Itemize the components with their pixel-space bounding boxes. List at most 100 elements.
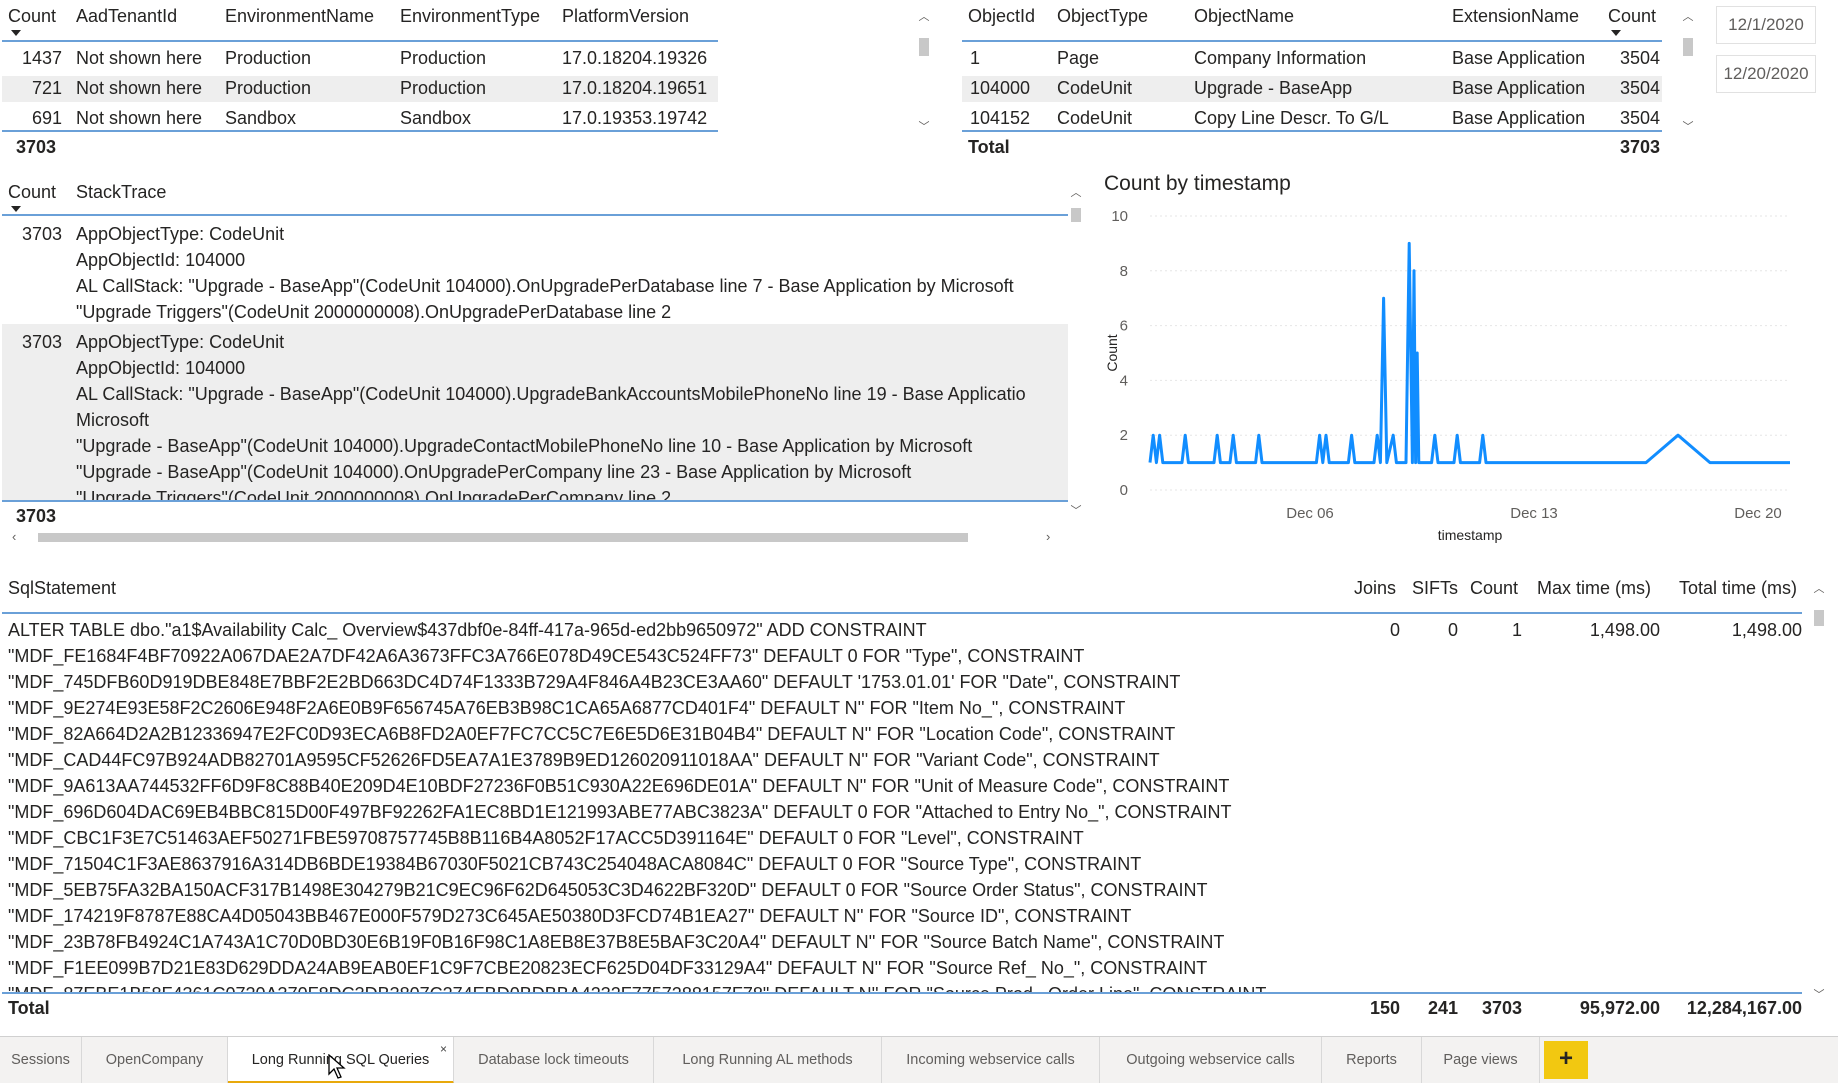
scroll-up-icon[interactable]: ︿ bbox=[1812, 582, 1826, 596]
sql-line: ALTER TABLE dbo."a1$Availability Calc_ O… bbox=[8, 620, 927, 640]
tab-reports[interactable]: Reports bbox=[1322, 1037, 1422, 1083]
cell-envname: Production bbox=[225, 78, 312, 98]
scroll-thumb[interactable] bbox=[1071, 208, 1081, 222]
sort-desc-icon bbox=[11, 30, 21, 36]
cell-count: 3504 bbox=[1619, 78, 1660, 98]
cell-objecttype: Page bbox=[1057, 48, 1100, 68]
stack-line: AppObjectId: 104000 bbox=[76, 250, 246, 270]
tab-opencompany[interactable]: OpenCompany bbox=[82, 1037, 228, 1083]
tab-long-running-al-methods[interactable]: Long Running AL methods bbox=[654, 1037, 882, 1083]
column-header-count[interactable]: Count bbox=[1608, 6, 1656, 27]
column-header-aadtenantid[interactable]: AadTenantId bbox=[76, 6, 177, 27]
cell-count: 3703 bbox=[21, 332, 62, 352]
cell-objectid: 104152 bbox=[970, 108, 1031, 128]
cell-envtype: Sandbox bbox=[400, 108, 472, 128]
column-header-sifts[interactable]: SIFTs bbox=[1412, 578, 1458, 599]
vertical-scrollbar[interactable]: ︿ ﹀ bbox=[1812, 582, 1826, 1002]
tab-incoming-webservice-calls[interactable]: Incoming webservice calls bbox=[882, 1037, 1100, 1083]
scroll-up-icon[interactable]: ︿ bbox=[917, 10, 931, 24]
stack-line: "Upgrade - BaseApp"(CodeUnit 104000).Upg… bbox=[76, 436, 973, 456]
cell-joins: 0 bbox=[1389, 620, 1400, 640]
mouse-cursor-icon bbox=[328, 1054, 346, 1079]
column-header-objectname[interactable]: ObjectName bbox=[1194, 6, 1294, 27]
column-header-joins[interactable]: Joins bbox=[1354, 578, 1396, 599]
tab-outgoing-webservice-calls[interactable]: Outgoing webservice calls bbox=[1100, 1037, 1322, 1083]
cell-maxtime: 1,498.00 bbox=[1589, 620, 1660, 640]
total-value: 3703 bbox=[1619, 137, 1660, 157]
column-header-platformversion[interactable]: PlatformVersion bbox=[562, 6, 689, 27]
y-tick-label: 6 bbox=[1120, 318, 1128, 335]
scroll-thumb[interactable] bbox=[38, 533, 968, 542]
cell-count: 3504 bbox=[1619, 48, 1660, 68]
close-icon[interactable]: × bbox=[440, 1043, 447, 1055]
y-tick-label: 4 bbox=[1120, 372, 1128, 389]
stack-line: "Upgrade Triggers"(CodeUnit 2000000008).… bbox=[76, 302, 672, 322]
cell-count: 1437 bbox=[21, 48, 62, 68]
column-header-maxtime[interactable]: Max time (ms) bbox=[1537, 578, 1651, 599]
add-page-button[interactable]: + bbox=[1544, 1041, 1588, 1079]
cell-count: 721 bbox=[31, 78, 62, 98]
sql-line: "MDF_F1EE099B7D21E83D629DDA24AB9EAB0EF1C… bbox=[8, 958, 1208, 978]
tab-page-views[interactable]: Page views bbox=[1422, 1037, 1540, 1083]
cell-envtype: Production bbox=[400, 78, 487, 98]
cell-objectname: Company Information bbox=[1194, 48, 1367, 68]
cell-envname: Sandbox bbox=[225, 108, 297, 128]
column-header-count[interactable]: Count bbox=[8, 6, 56, 27]
scroll-down-icon[interactable]: ﹀ bbox=[917, 120, 931, 134]
cell-objecttype: CodeUnit bbox=[1057, 78, 1133, 98]
header-divider bbox=[2, 612, 1802, 614]
tab-label: Incoming webservice calls bbox=[906, 1052, 1075, 1068]
vertical-scrollbar[interactable]: ︿ ﹀ bbox=[917, 10, 931, 140]
sql-line: "MDF_696D604DAC69EB4BBC815D00F497BF92262… bbox=[8, 802, 1232, 822]
stack-line: AL CallStack: "Upgrade - BaseApp"(CodeUn… bbox=[76, 384, 1026, 404]
line-chart[interactable]: 0 2 4 6 8 10 Dec 06 Dec 13 Dec 20 timestamp Count bbox=[1090, 200, 1816, 550]
sql-line: "MDF_745DFB60D919DBE848E7BBF2E2BD663DC4D… bbox=[8, 672, 1181, 692]
vertical-scrollbar[interactable]: ︿ ﹀ bbox=[1681, 10, 1695, 140]
scroll-left-icon[interactable]: ‹ bbox=[12, 530, 16, 544]
cell-count: 1 bbox=[1511, 620, 1522, 640]
column-header-objectid[interactable]: ObjectId bbox=[968, 6, 1035, 27]
scroll-thumb[interactable] bbox=[1814, 610, 1824, 626]
stack-line: "Upgrade Triggers"(CodeUnit 2000000008).… bbox=[76, 488, 672, 500]
end-date-input[interactable]: 12/20/2020 bbox=[1716, 55, 1816, 93]
column-header-extensionname[interactable]: ExtensionName bbox=[1452, 6, 1579, 27]
tab-sessions[interactable]: Sessions bbox=[0, 1037, 82, 1083]
total-label: Total bbox=[968, 137, 1010, 157]
scroll-thumb[interactable] bbox=[1683, 38, 1693, 56]
tab-label: Long Running AL methods bbox=[682, 1052, 853, 1068]
scroll-down-icon[interactable]: ﹀ bbox=[1812, 988, 1826, 1002]
y-tick-label: 10 bbox=[1111, 208, 1128, 225]
scroll-thumb[interactable] bbox=[919, 38, 929, 56]
column-header-sqlstatement[interactable]: SqlStatement bbox=[8, 578, 116, 599]
tab-label: Outgoing webservice calls bbox=[1126, 1052, 1295, 1068]
horizontal-scrollbar[interactable]: ‹ › bbox=[10, 530, 1056, 544]
cell-envtype: Production bbox=[400, 48, 487, 68]
total-maxtime: 95,972.00 bbox=[1579, 998, 1660, 1018]
sql-body[interactable]: ALTER TABLE dbo."a1$Availability Calc_ O… bbox=[0, 616, 1810, 992]
start-date-input[interactable]: 12/1/2020 bbox=[1716, 6, 1816, 44]
scroll-down-icon[interactable]: ﹀ bbox=[1069, 504, 1083, 518]
scroll-down-icon[interactable]: ﹀ bbox=[1681, 120, 1695, 134]
cell-extension: Base Application bbox=[1452, 48, 1586, 68]
column-header-count[interactable]: Count bbox=[8, 182, 56, 203]
stack-line: AppObjectType: CodeUnit bbox=[76, 224, 285, 244]
column-header-objecttype[interactable]: ObjectType bbox=[1057, 6, 1148, 27]
tab-label: Sessions bbox=[11, 1052, 70, 1068]
vertical-scrollbar[interactable]: ︿ ﹀ bbox=[1069, 186, 1083, 518]
sql-line: "MDF_CAD44FC97B924ADB82701A9595CF52626FD… bbox=[8, 750, 1160, 770]
scroll-right-icon[interactable]: › bbox=[1046, 530, 1050, 544]
column-header-environmentname[interactable]: EnvironmentName bbox=[225, 6, 374, 27]
column-header-count[interactable]: Count bbox=[1470, 578, 1518, 599]
total-count: 3703 bbox=[1481, 998, 1522, 1018]
column-header-environmenttype[interactable]: EnvironmentType bbox=[400, 6, 540, 27]
cell-objecttype: CodeUnit bbox=[1057, 108, 1133, 128]
scroll-up-icon[interactable]: ︿ bbox=[1681, 10, 1695, 24]
cell-sifts: 0 bbox=[1447, 620, 1458, 640]
scroll-up-icon[interactable]: ︿ bbox=[1069, 186, 1083, 200]
total-joins: 150 bbox=[1369, 998, 1400, 1018]
tab-database-lock-timeouts[interactable]: Database lock timeouts bbox=[454, 1037, 654, 1083]
column-header-totaltime[interactable]: Total time (ms) bbox=[1679, 578, 1797, 599]
x-tick-label: Dec 20 bbox=[1734, 505, 1782, 522]
cell-objectname: Upgrade - BaseApp bbox=[1194, 78, 1353, 98]
column-header-stacktrace[interactable]: StackTrace bbox=[76, 182, 166, 203]
